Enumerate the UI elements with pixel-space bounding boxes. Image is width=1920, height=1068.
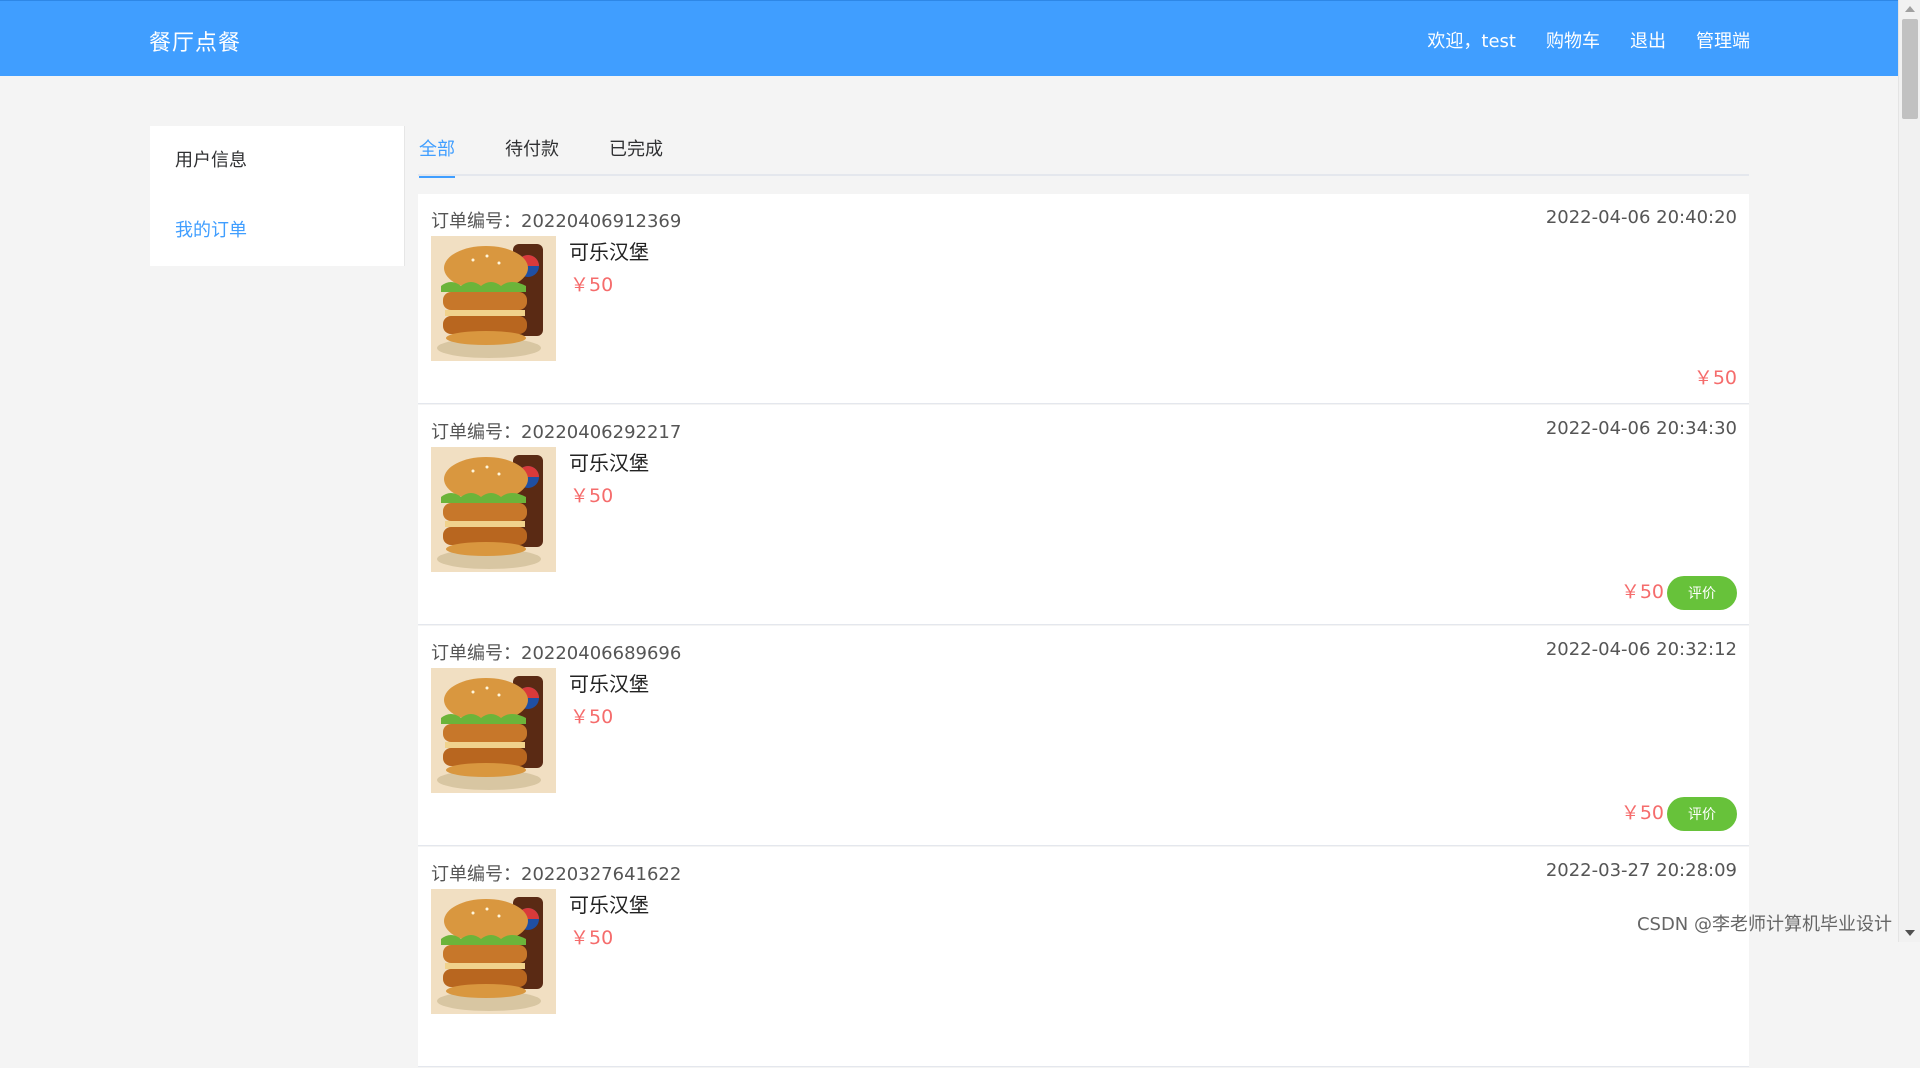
tab-all[interactable]: 全部 bbox=[419, 126, 455, 176]
scrollbar-thumb[interactable] bbox=[1902, 19, 1918, 119]
sidebar-item-my-orders[interactable]: 我的订单 bbox=[150, 196, 404, 266]
review-button[interactable]: 评价 bbox=[1667, 576, 1737, 610]
review-button[interactable]: 评价 bbox=[1667, 797, 1737, 831]
item-name: 可乐汉堡 bbox=[569, 447, 649, 476]
order-number-value: 20220327641622 bbox=[521, 864, 681, 885]
item-price: ￥50 bbox=[570, 923, 613, 950]
order-card: 订单编号：20220327641622 2022-03-27 20:28:09 … bbox=[418, 847, 1749, 1067]
order-card: 订单编号：20220406912369 2022-04-06 20:40:20 … bbox=[418, 194, 1749, 404]
burger-image bbox=[431, 668, 556, 793]
order-number-label: 订单编号： bbox=[431, 422, 521, 443]
welcome-link[interactable]: 欢迎，test bbox=[1427, 27, 1516, 53]
scroll-down-arrow-icon[interactable] bbox=[1905, 930, 1915, 936]
item-price: ￥50 bbox=[570, 481, 613, 508]
item-price: ￥50 bbox=[570, 270, 613, 297]
burger-image bbox=[431, 889, 556, 1014]
tab-pending-payment[interactable]: 待付款 bbox=[505, 126, 559, 176]
order-time: 2022-03-27 20:28:09 bbox=[1546, 860, 1737, 881]
order-number-value: 20220406292217 bbox=[521, 422, 681, 443]
tab-completed[interactable]: 已完成 bbox=[609, 126, 663, 176]
order-total: ￥50 bbox=[1694, 363, 1737, 390]
sidebar-item-user-info[interactable]: 用户信息 bbox=[150, 126, 404, 196]
order-time: 2022-04-06 20:34:30 bbox=[1546, 418, 1737, 439]
order-number: 订单编号：20220406912369 bbox=[431, 207, 681, 233]
admin-link[interactable]: 管理端 bbox=[1696, 27, 1750, 53]
scroll-up-arrow-icon[interactable] bbox=[1905, 6, 1915, 12]
cart-link[interactable]: 购物车 bbox=[1546, 27, 1600, 53]
top-nav-links: 欢迎，test 购物车 退出 管理端 bbox=[1427, 27, 1750, 53]
order-status-tabs: 全部 待付款 已完成 bbox=[418, 126, 1749, 176]
item-name: 可乐汉堡 bbox=[569, 668, 649, 697]
order-total: ￥50 bbox=[1621, 577, 1664, 604]
csdn-watermark: CSDN @李老师计算机毕业设计 bbox=[1637, 910, 1892, 936]
page-scrollbar[interactable] bbox=[1898, 0, 1920, 942]
order-card: 订单编号：20220406689696 2022-04-06 20:32:12 … bbox=[418, 626, 1749, 846]
order-number-value: 20220406912369 bbox=[521, 211, 681, 232]
order-number-value: 20220406689696 bbox=[521, 643, 681, 664]
order-number-label: 订单编号： bbox=[431, 864, 521, 885]
order-number: 订单编号：20220327641622 bbox=[431, 860, 681, 886]
order-list: 订单编号：20220406912369 2022-04-06 20:40:20 … bbox=[418, 194, 1749, 1068]
order-number-label: 订单编号： bbox=[431, 643, 521, 664]
user-sidebar-menu: 用户信息 我的订单 bbox=[150, 126, 405, 266]
order-total: ￥50 bbox=[1621, 798, 1664, 825]
order-card: 订单编号：20220406292217 2022-04-06 20:34:30 … bbox=[418, 405, 1749, 625]
burger-image bbox=[431, 236, 556, 361]
order-number-label: 订单编号： bbox=[431, 211, 521, 232]
logout-link[interactable]: 退出 bbox=[1630, 27, 1666, 53]
item-name: 可乐汉堡 bbox=[569, 889, 649, 918]
item-name: 可乐汉堡 bbox=[569, 236, 649, 265]
brand-title[interactable]: 餐厅点餐 bbox=[149, 25, 241, 57]
burger-image bbox=[431, 447, 556, 572]
item-price: ￥50 bbox=[570, 702, 613, 729]
top-navbar: 餐厅点餐 欢迎，test 购物车 退出 管理端 bbox=[0, 0, 1898, 76]
order-time: 2022-04-06 20:40:20 bbox=[1546, 207, 1737, 228]
order-number: 订单编号：20220406689696 bbox=[431, 639, 681, 665]
order-number: 订单编号：20220406292217 bbox=[431, 418, 681, 444]
order-time: 2022-04-06 20:32:12 bbox=[1546, 639, 1737, 660]
